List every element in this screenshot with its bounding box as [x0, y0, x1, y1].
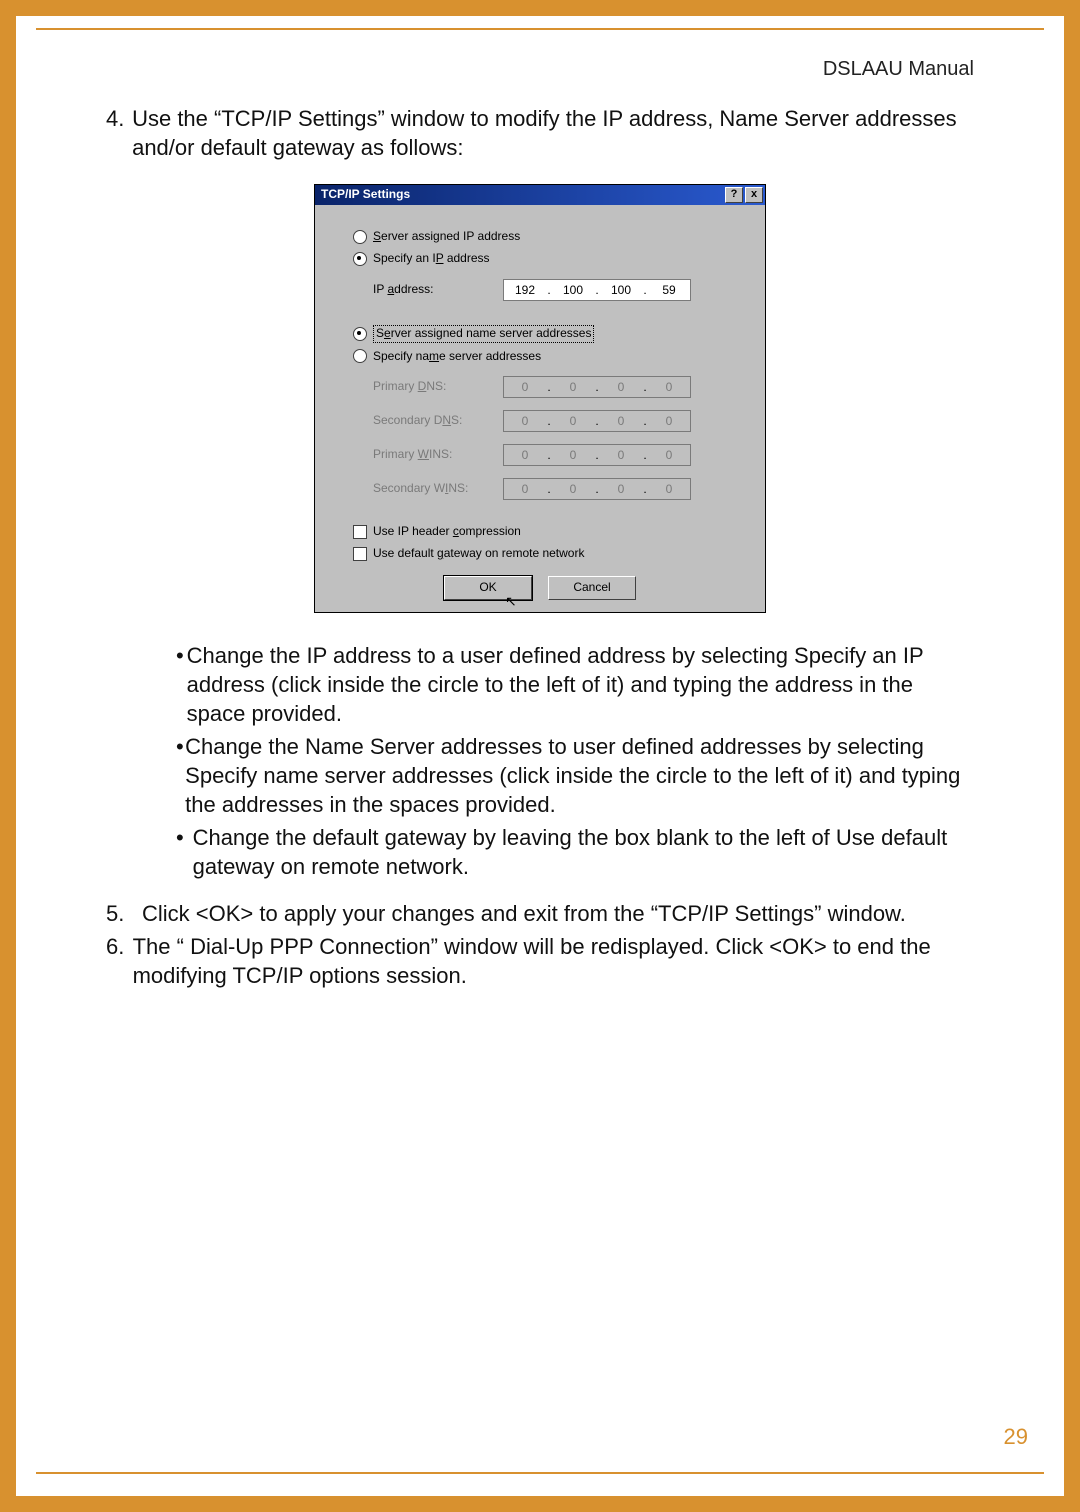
- bullet-dot: •: [176, 641, 187, 728]
- ip-address-row: IP address: IP address: 192. 100. 100. 5…: [373, 279, 751, 301]
- step-6-text: The “ Dial-Up PPP Connection” window wil…: [133, 932, 974, 990]
- bullet-1: • Change the IP address to a user define…: [176, 641, 974, 728]
- button-row: OK ↖ Cancel: [329, 576, 751, 600]
- bullet-2-text: Change the Name Server addresses to user…: [185, 732, 974, 819]
- checkbox-icon: [353, 547, 367, 561]
- step-4-text: Use the “TCP/IP Settings” window to modi…: [132, 104, 974, 162]
- cursor-icon: ↖: [505, 591, 517, 611]
- checkbox-icon: [353, 525, 367, 539]
- header-title: DSLAAU Manual: [823, 58, 974, 81]
- dns-octet: 0: [552, 377, 594, 397]
- dns-octet: 0: [648, 377, 690, 397]
- tcpip-settings-dialog: TCP/IP Settings ? x SServer assigned IP …: [314, 184, 766, 613]
- bottom-rule: [36, 1472, 1044, 1474]
- bullet-list: • Change the IP address to a user define…: [176, 641, 974, 881]
- wins-octet: 0: [504, 479, 546, 499]
- bullet-dot: •: [176, 732, 185, 819]
- top-rule: [36, 28, 1044, 30]
- radio-icon: [353, 327, 367, 341]
- bullet-3-text: Change the default gateway by leaving th…: [193, 823, 974, 881]
- option-server-assigned-ns[interactable]: Server assigned name server addresses Se…: [353, 325, 751, 343]
- step-4: 4. Use the “TCP/IP Settings” window to m…: [106, 104, 974, 162]
- wins-octet: 0: [600, 479, 642, 499]
- step-6-number: 6.: [106, 932, 133, 990]
- wins-octet: 0: [552, 445, 594, 465]
- secondary-dns-field: 0. 0. 0. 0: [503, 410, 691, 432]
- manual-page: DSLAAU Manual 4. Use the “TCP/IP Setting…: [16, 16, 1064, 1496]
- ip-octet-3[interactable]: 100: [600, 280, 642, 300]
- dns-octet: 0: [600, 377, 642, 397]
- dialog-title: TCP/IP Settings: [321, 187, 723, 203]
- step-5-number: 5.: [106, 899, 142, 928]
- ip-address-field[interactable]: 192. 100. 100. 59: [503, 279, 691, 301]
- radio-icon: [353, 230, 367, 244]
- ip-octet-4[interactable]: 59: [648, 280, 690, 300]
- bullet-3: • Change the default gateway by leaving …: [176, 823, 974, 881]
- wins-octet: 0: [504, 445, 546, 465]
- bullet-2: • Change the Name Server addresses to us…: [176, 732, 974, 819]
- radio-icon: [353, 349, 367, 363]
- option-specify-ip[interactable]: Specify an IP address Specify an IP addr…: [353, 251, 751, 267]
- ip-octet-1[interactable]: 192: [504, 280, 546, 300]
- ip-octet-2[interactable]: 100: [552, 280, 594, 300]
- dns-octet: 0: [600, 411, 642, 431]
- content: 4. Use the “TCP/IP Settings” window to m…: [106, 104, 974, 990]
- step-5-text: Click <OK> to apply your changes and exi…: [142, 899, 906, 928]
- secondary-dns-row: Secondary DNS: Secondary DNS: 0. 0. 0. 0: [373, 410, 751, 432]
- bullet-dot: •: [176, 823, 193, 881]
- help-button[interactable]: ?: [725, 187, 743, 203]
- primary-wins-field: 0. 0. 0. 0: [503, 444, 691, 466]
- step-4-number: 4.: [106, 104, 132, 162]
- dns-octet: 0: [504, 377, 546, 397]
- ok-label: OK: [479, 580, 496, 594]
- secondary-wins-row: Secondary WINS: Secondary WINS: 0. 0. 0.…: [373, 478, 751, 500]
- dns-octet: 0: [552, 411, 594, 431]
- ok-button[interactable]: OK ↖: [444, 576, 532, 600]
- wins-octet: 0: [600, 445, 642, 465]
- bullet-1-text: Change the IP address to a user defined …: [187, 641, 974, 728]
- dns-octet: 0: [648, 411, 690, 431]
- titlebar: TCP/IP Settings ? x: [315, 185, 765, 205]
- wins-octet: 0: [648, 479, 690, 499]
- close-button[interactable]: x: [745, 187, 763, 203]
- secondary-wins-field: 0. 0. 0. 0: [503, 478, 691, 500]
- checkbox-ip-header-compression[interactable]: Use IP header compression Use IP header …: [353, 524, 751, 540]
- radio-icon: [353, 252, 367, 266]
- cancel-button[interactable]: Cancel: [548, 576, 636, 600]
- option-specify-ns[interactable]: Specify name server addresses Specify na…: [353, 349, 751, 365]
- wins-octet: 0: [648, 445, 690, 465]
- step-6: 6. The “ Dial-Up PPP Connection” window …: [106, 932, 974, 990]
- dns-octet: 0: [504, 411, 546, 431]
- primary-dns-field: 0. 0. 0. 0: [503, 376, 691, 398]
- primary-wins-row: Primary WINS: Primary WINS: 0. 0. 0. 0: [373, 444, 751, 466]
- page-number: 29: [1004, 1424, 1028, 1450]
- step-5: 5. Click <OK> to apply your changes and …: [106, 899, 974, 928]
- option-server-assigned-ip[interactable]: SServer assigned IP addresserver assigne…: [353, 229, 751, 245]
- checkbox-default-gateway[interactable]: Use default gateway on remote network Us…: [353, 546, 751, 562]
- primary-dns-row: Primary DNS: Primary DNS: 0. 0. 0. 0: [373, 376, 751, 398]
- wins-octet: 0: [552, 479, 594, 499]
- dialog-body: SServer assigned IP addresserver assigne…: [315, 205, 765, 612]
